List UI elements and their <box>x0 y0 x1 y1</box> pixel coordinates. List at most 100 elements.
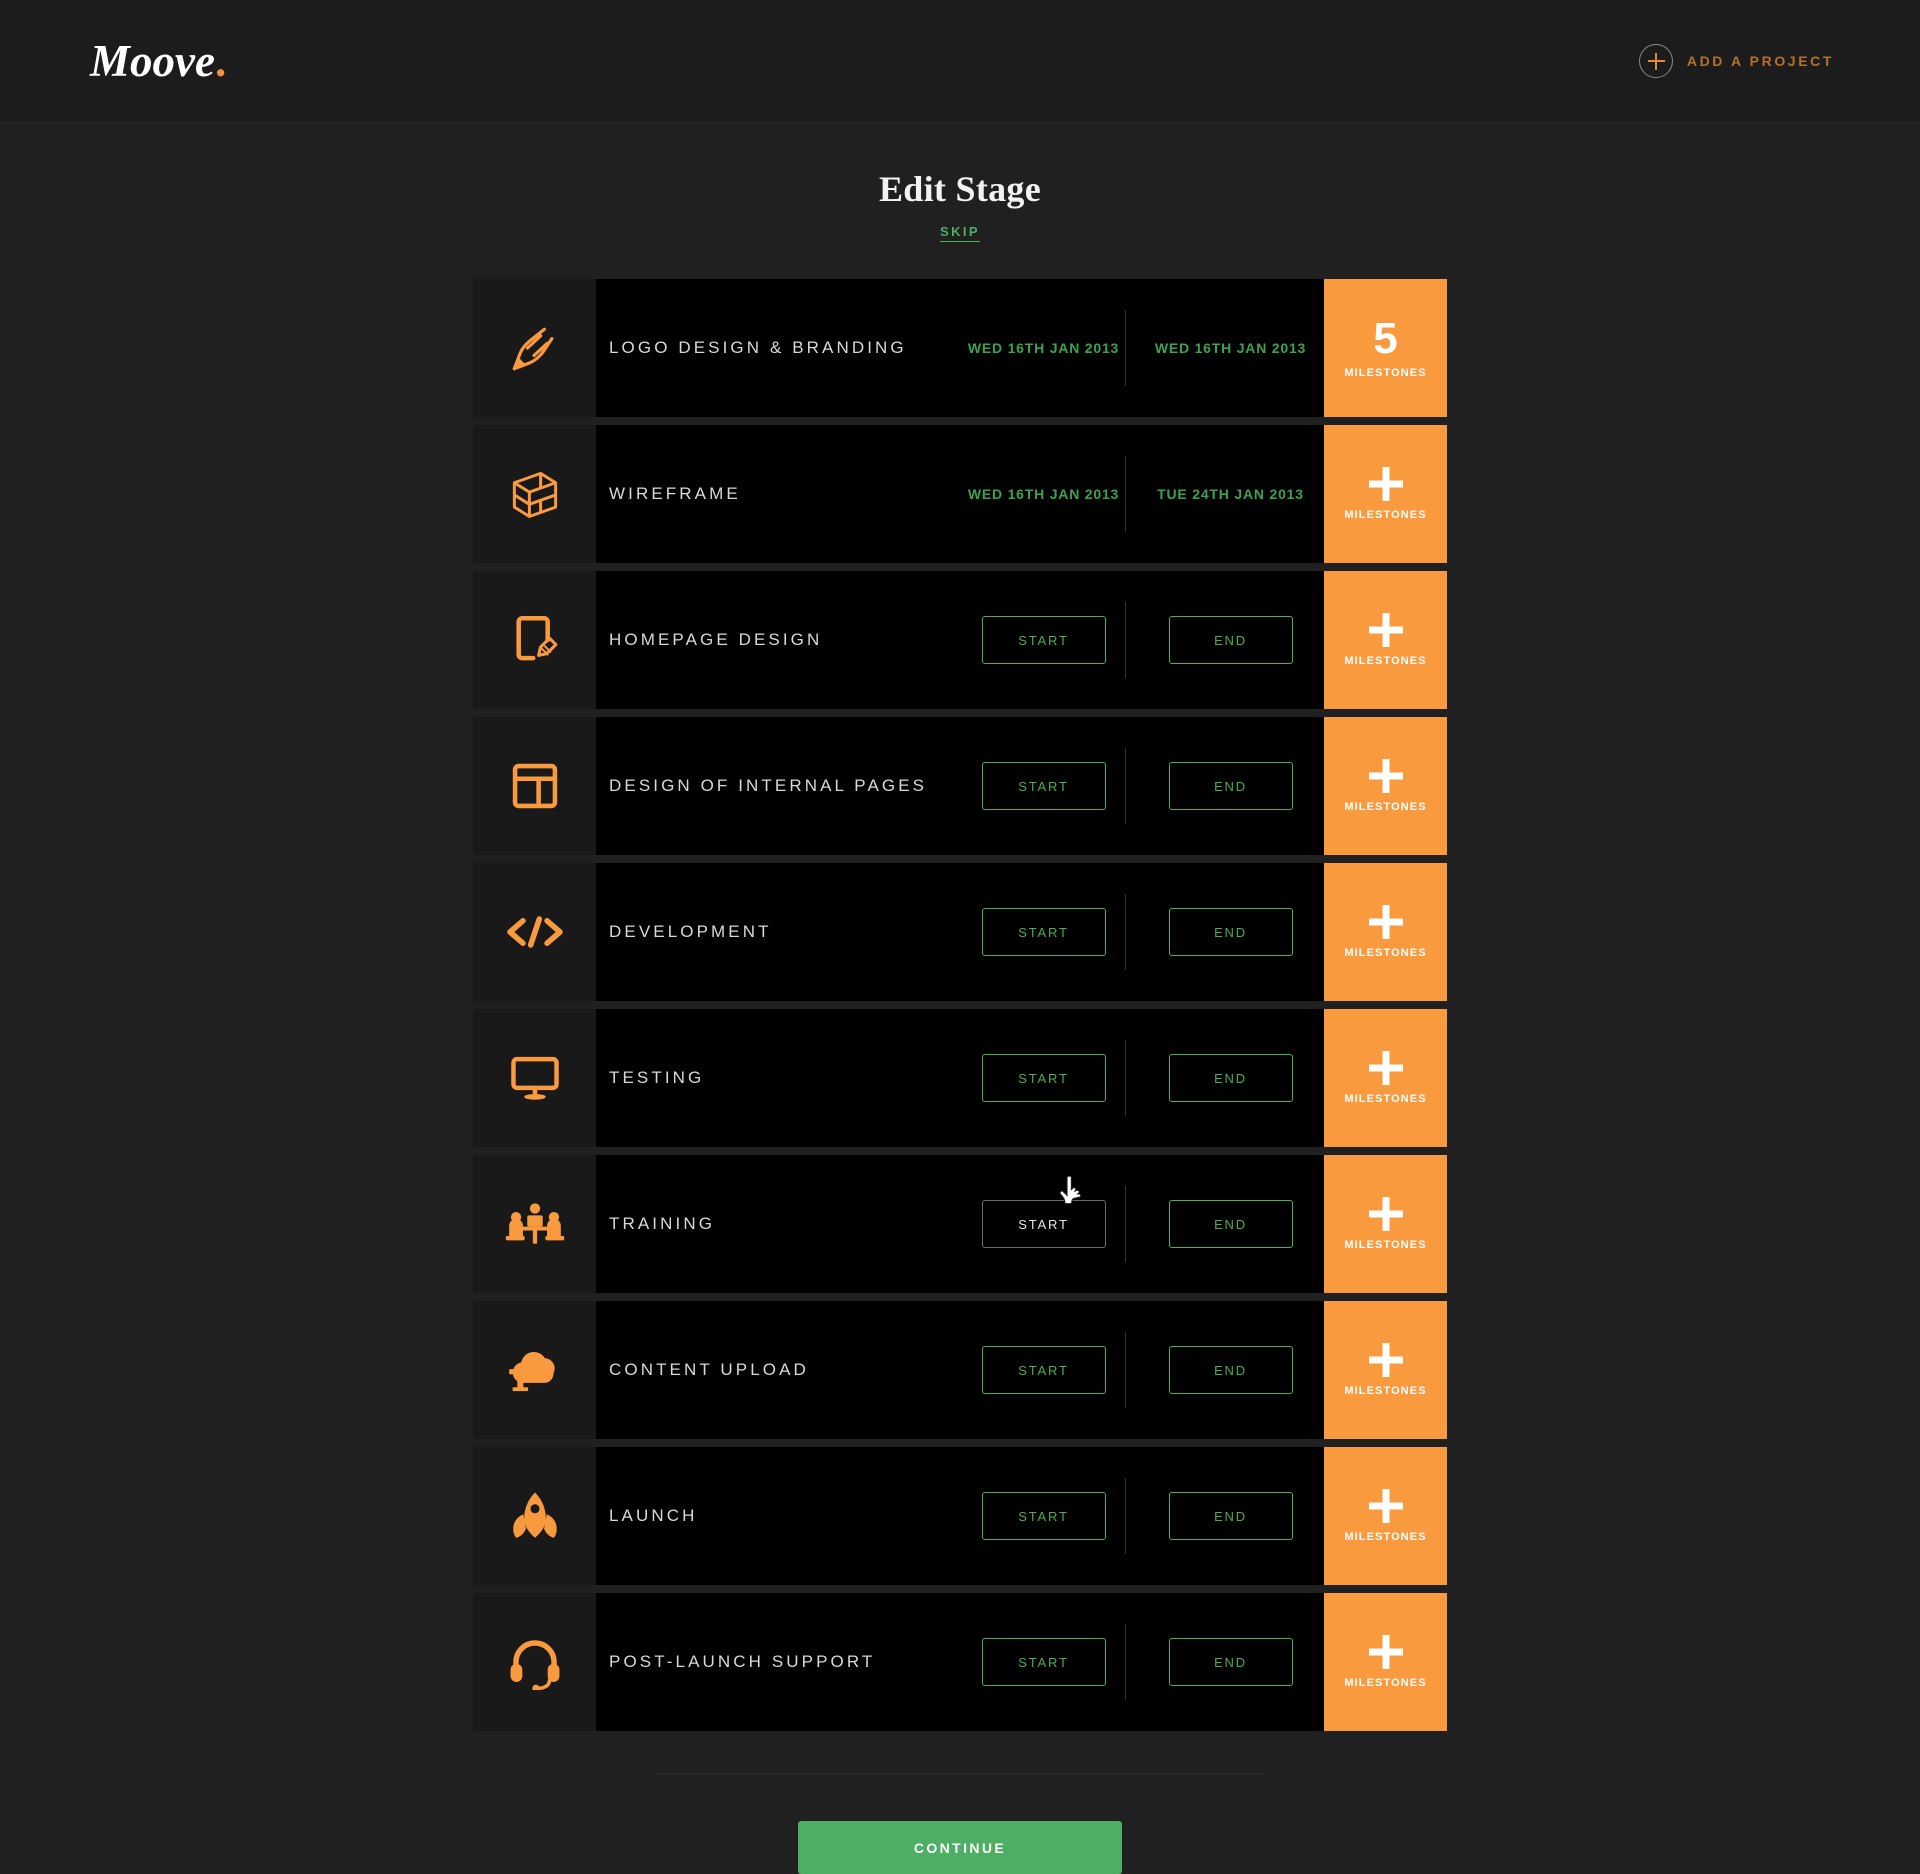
stage-row: DESIGN OF INTERNAL PAGES START END MILES… <box>473 717 1447 855</box>
start-button[interactable]: START <box>981 1346 1106 1394</box>
page-footer: CONTINUE <box>473 1773 1447 1874</box>
start-button[interactable]: START <box>981 1492 1106 1540</box>
stage-content: POST-LAUNCH SUPPORT START END <box>596 1593 1324 1731</box>
stage-fields: START END <box>950 717 1324 855</box>
stage-fields: START END <box>950 1593 1324 1731</box>
stage-row: LAUNCH START END MILESTONES <box>473 1447 1447 1585</box>
start-date-cell: WED 16TH JAN 2013 <box>950 486 1137 502</box>
end-button[interactable]: END <box>1168 1492 1293 1540</box>
end-button[interactable]: END <box>1168 1200 1293 1248</box>
end-button[interactable]: END <box>1168 1638 1293 1686</box>
monitor-icon <box>506 1052 564 1104</box>
start-date-text: WED 16TH JAN 2013 <box>967 486 1120 502</box>
stage-name: LAUNCH <box>609 1506 698 1525</box>
start-button[interactable]: START <box>981 908 1106 956</box>
end-button[interactable]: END <box>1168 762 1293 810</box>
milestone-label: MILESTONES <box>1344 1677 1427 1689</box>
end-button[interactable]: END <box>1168 616 1293 664</box>
plus-icon <box>1369 759 1403 793</box>
start-button[interactable]: START <box>981 616 1106 664</box>
footer-divider <box>656 1773 1264 1774</box>
start-button-cell: START <box>950 1346 1137 1394</box>
start-date-cell: WED 16TH JAN 2013 <box>950 340 1137 356</box>
start-button[interactable]: START <box>981 762 1106 810</box>
end-button[interactable]: END <box>1168 1346 1293 1394</box>
stage-icon-cell <box>473 1301 596 1439</box>
milestone-cell[interactable]: MILESTONES <box>1324 717 1447 855</box>
continue-button[interactable]: CONTINUE <box>798 1821 1122 1874</box>
milestone-label: MILESTONES <box>1344 1531 1427 1543</box>
add-project-button[interactable]: ADD A PROJECT <box>1638 44 1834 78</box>
start-button[interactable]: START <box>981 1638 1106 1686</box>
stage-row: DEVELOPMENT START END MILESTONES <box>473 863 1447 1001</box>
start-button-cell: START <box>950 1200 1137 1248</box>
end-date-text: TUE 24TH JAN 2013 <box>1157 486 1304 502</box>
end-button-cell: END <box>1137 616 1324 664</box>
start-button[interactable]: START <box>981 1200 1106 1248</box>
end-button-cell: END <box>1137 1054 1324 1102</box>
start-button-cell: START <box>950 1492 1137 1540</box>
headset-icon <box>506 1634 564 1690</box>
end-button-cell: END <box>1137 908 1324 956</box>
milestone-cell[interactable]: MILESTONES <box>1324 863 1447 1001</box>
stage-fields: START END <box>950 571 1324 709</box>
cloud-text-icon <box>504 1344 566 1396</box>
stage-name: POST-LAUNCH SUPPORT <box>609 1652 876 1671</box>
milestone-count: 5 <box>1373 314 1398 363</box>
stage-fields: WED 16TH JAN 2013 WED 16TH JAN 2013 <box>950 279 1324 417</box>
milestone-cell[interactable]: MILESTONES <box>1324 1447 1447 1585</box>
end-button-cell: END <box>1137 762 1324 810</box>
start-date-text: WED 16TH JAN 2013 <box>967 340 1120 356</box>
stage-row: TESTING START END MILESTONES <box>473 1009 1447 1147</box>
milestone-label: MILESTONES <box>1344 367 1427 379</box>
start-button[interactable]: START <box>981 1054 1106 1102</box>
stage-content: CONTENT UPLOAD START END <box>596 1301 1324 1439</box>
end-button-cell: END <box>1137 1200 1324 1248</box>
stage-content: LOGO DESIGN & BRANDING WED 16TH JAN 2013… <box>596 279 1324 417</box>
stage-fields: WED 16TH JAN 2013 TUE 24TH JAN 2013 <box>950 425 1324 563</box>
milestone-cell[interactable]: 5 MILESTONES <box>1324 279 1447 417</box>
end-date-cell: TUE 24TH JAN 2013 <box>1137 486 1324 502</box>
stage-name: TRAINING <box>609 1214 716 1233</box>
skip-link[interactable]: SKIP <box>940 224 980 242</box>
end-button[interactable]: END <box>1168 908 1293 956</box>
stage-content: TRAINING START END <box>596 1155 1324 1293</box>
plus-icon <box>1369 905 1403 939</box>
stage-row: LOGO DESIGN & BRANDING WED 16TH JAN 2013… <box>473 279 1447 417</box>
stage-icon-cell <box>473 425 596 563</box>
stage-content: DESIGN OF INTERNAL PAGES START END <box>596 717 1324 855</box>
end-button[interactable]: END <box>1168 1054 1293 1102</box>
rocket-icon <box>506 1487 564 1545</box>
milestone-cell[interactable]: MILESTONES <box>1324 571 1447 709</box>
training-table-icon <box>504 1198 566 1250</box>
milestone-label: MILESTONES <box>1344 801 1427 813</box>
start-button-cell: START <box>950 1638 1137 1686</box>
stage-content: WIREFRAME WED 16TH JAN 2013 TUE 24TH JAN… <box>596 425 1324 563</box>
page-edit-icon <box>506 611 564 669</box>
milestone-label: MILESTONES <box>1344 1385 1427 1397</box>
stage-name: CONTENT UPLOAD <box>609 1360 809 1379</box>
stage-fields: START END <box>950 863 1324 1001</box>
page-title: Edit Stage <box>878 169 1041 209</box>
plus-icon <box>1369 1489 1403 1523</box>
stage-icon-cell <box>473 279 596 417</box>
milestone-label: MILESTONES <box>1344 655 1427 667</box>
stage-name: TESTING <box>609 1068 705 1087</box>
end-button-cell: END <box>1137 1638 1324 1686</box>
milestone-cell[interactable]: MILESTONES <box>1324 1301 1447 1439</box>
milestone-label: MILESTONES <box>1344 509 1427 521</box>
milestone-label: MILESTONES <box>1344 1239 1427 1251</box>
milestone-cell[interactable]: MILESTONES <box>1324 1593 1447 1731</box>
milestone-cell[interactable]: MILESTONES <box>1324 425 1447 563</box>
end-date-text: WED 16TH JAN 2013 <box>1154 340 1307 356</box>
plus-icon <box>1369 613 1403 647</box>
stage-content: HOMEPAGE DESIGN START END <box>596 571 1324 709</box>
start-button-cell: START <box>950 762 1137 810</box>
wireframe-cube-icon <box>505 464 565 524</box>
plus-icon <box>1369 1051 1403 1085</box>
app-logo[interactable]: Moove. <box>90 38 226 84</box>
milestone-cell[interactable]: MILESTONES <box>1324 1009 1447 1147</box>
stage-icon-cell <box>473 1447 596 1585</box>
milestone-cell[interactable]: MILESTONES <box>1324 1155 1447 1293</box>
code-tag-icon <box>504 910 566 954</box>
